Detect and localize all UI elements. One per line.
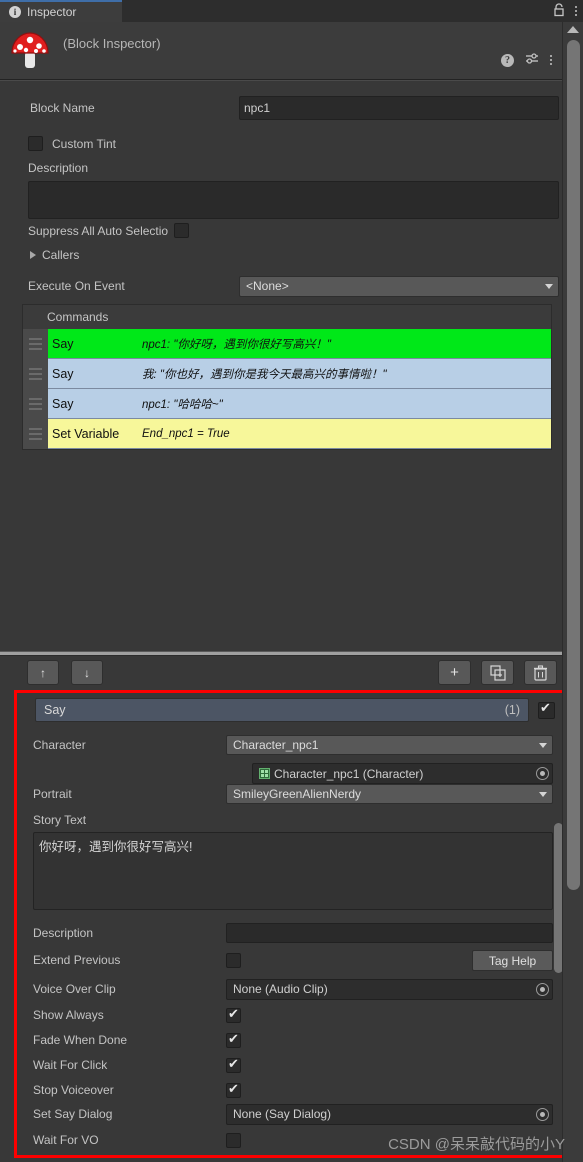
suppress-label: Suppress All Auto Selectio bbox=[28, 223, 169, 238]
drag-handle-icon[interactable] bbox=[23, 389, 48, 419]
custom-tint-checkbox[interactable] bbox=[28, 136, 43, 151]
add-command-button[interactable]: + bbox=[438, 660, 471, 685]
description-label: Description bbox=[28, 161, 89, 175]
page-title: (Block Inspector) bbox=[63, 36, 161, 51]
command-row-body[interactable]: Set Variable End_npc1 = True bbox=[48, 419, 551, 449]
command-row-body[interactable]: Say npc1: "你好呀，遇到你很好写高兴！" bbox=[48, 329, 551, 359]
move-down-button[interactable]: ↓ bbox=[71, 660, 103, 685]
inspector-header: (Block Inspector) ? bbox=[0, 22, 562, 80]
command-row-summary: End_npc1 = True bbox=[142, 427, 230, 440]
execute-on-event-dropdown[interactable]: <None> bbox=[239, 275, 559, 297]
chevron-down-icon bbox=[545, 283, 553, 289]
info-icon: i bbox=[9, 6, 21, 18]
scrollbar-thumb[interactable] bbox=[567, 40, 580, 890]
command-row-body[interactable]: Say 我: "你也好，遇到你是我今天最高兴的事情啦！" bbox=[48, 359, 551, 389]
commands-toolbar: ↑ ↓ + bbox=[0, 656, 562, 690]
field-custom-tint[interactable]: Custom Tint bbox=[0, 136, 562, 151]
tab-inspector[interactable]: i Inspector bbox=[0, 0, 122, 22]
command-row[interactable]: Say npc1: "哈哈哈~" bbox=[23, 389, 551, 419]
block-name-label: Block Name bbox=[30, 101, 95, 115]
watermark-text: CSDN @呆呆敲代码的小Y bbox=[388, 1136, 565, 1153]
execute-on-event-value: <None> bbox=[246, 279, 289, 293]
suppress-checkbox[interactable] bbox=[174, 223, 190, 238]
mushroom-icon bbox=[8, 28, 52, 72]
commands-list-header: Commands bbox=[47, 310, 109, 324]
command-row-name: Say bbox=[52, 396, 74, 411]
command-row-summary: npc1: "哈哈哈~" bbox=[142, 398, 223, 411]
kebab-menu-icon[interactable] bbox=[550, 55, 552, 65]
command-row[interactable]: Set Variable End_npc1 = True bbox=[23, 419, 551, 449]
command-row[interactable]: Say 我: "你也好，遇到你是我今天最高兴的事情啦！" bbox=[23, 359, 551, 389]
field-block-name: Block Name npc1 bbox=[0, 96, 562, 120]
help-icon[interactable]: ? bbox=[501, 53, 514, 67]
command-row-summary: npc1: "你好呀，遇到你很好写高兴！" bbox=[142, 338, 331, 351]
scroll-up-arrow-icon[interactable] bbox=[567, 26, 579, 33]
field-execute-on-event: Execute On Event <None> bbox=[0, 275, 562, 297]
kebab-menu-icon[interactable] bbox=[575, 6, 577, 16]
custom-tint-label: Custom Tint bbox=[52, 136, 117, 151]
highlight-annotation-box bbox=[14, 690, 569, 1158]
drag-handle-icon[interactable] bbox=[23, 419, 48, 449]
tab-inspector-label: Inspector bbox=[27, 5, 77, 19]
command-row-name: Say bbox=[52, 336, 74, 351]
foldout-callers[interactable]: Callers bbox=[0, 248, 562, 262]
tab-bar-actions bbox=[553, 0, 577, 22]
command-row[interactable]: Say npc1: "你好呀，遇到你很好写高兴！" bbox=[23, 329, 551, 359]
preset-sliders-icon[interactable] bbox=[525, 52, 539, 68]
callers-label: Callers bbox=[42, 248, 80, 262]
command-row-summary: 我: "你也好，遇到你是我今天最高兴的事情啦！" bbox=[142, 368, 387, 381]
commands-list: Commands Say npc1: "你好呀，遇到你很好写高兴！" Say 我: "… bbox=[22, 304, 552, 450]
description-input[interactable] bbox=[28, 181, 559, 219]
field-suppress-auto-selection[interactable]: Suppress All Auto Selectio bbox=[0, 223, 562, 238]
delete-command-button[interactable] bbox=[524, 660, 557, 685]
window-tab-bar: i Inspector bbox=[0, 0, 583, 22]
execute-on-event-label: Execute On Event bbox=[28, 279, 125, 293]
block-properties-panel: Block Name npc1 Custom Tint Description … bbox=[0, 80, 562, 651]
command-row-body[interactable]: Say npc1: "哈哈哈~" bbox=[48, 389, 551, 419]
command-row-name: Set Variable bbox=[52, 426, 120, 441]
commands-rows: Say npc1: "你好呀，遇到你很好写高兴！" Say 我: "你也好，遇到你是我… bbox=[23, 329, 551, 449]
duplicate-command-button[interactable] bbox=[481, 660, 514, 685]
block-name-input[interactable]: npc1 bbox=[239, 96, 559, 120]
header-actions: ? bbox=[501, 52, 552, 68]
drag-handle-icon[interactable] bbox=[23, 359, 48, 389]
inspector-scrollbar[interactable] bbox=[562, 22, 583, 1162]
field-description-label-row: Description bbox=[0, 161, 562, 175]
command-row-name: Say bbox=[52, 366, 74, 381]
lock-icon[interactable] bbox=[553, 2, 565, 20]
drag-handle-icon[interactable] bbox=[23, 329, 48, 359]
move-up-button[interactable]: ↑ bbox=[27, 660, 59, 685]
chevron-right-icon[interactable] bbox=[30, 251, 36, 259]
